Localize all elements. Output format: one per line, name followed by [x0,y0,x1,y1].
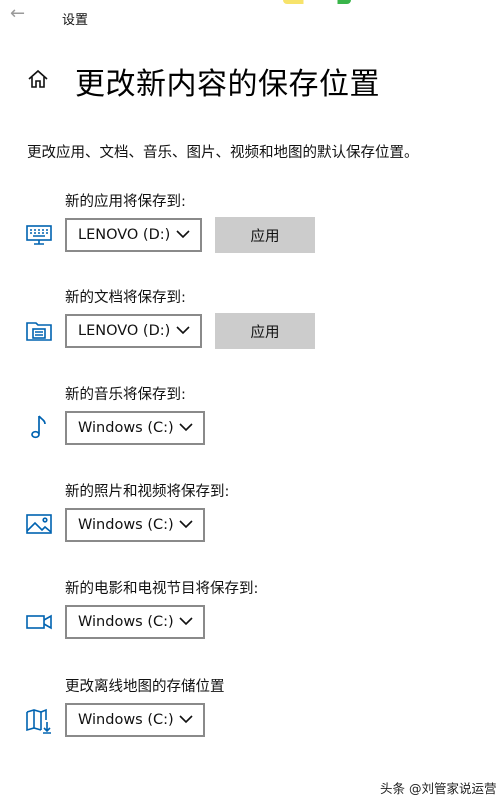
chevron-down-icon [176,326,190,335]
movies-save-label: 新的电影和电视节目将保存到: [65,581,259,597]
apps-apply-button[interactable]: 应用 [215,217,315,253]
decorative-strip [283,0,351,4]
movies-drive-value: Windows (C:) [78,614,174,630]
documents-save-label: 新的文档将保存到: [65,290,186,306]
apps-drive-dropdown[interactable]: LENOVO (D:) [65,218,202,252]
image-icon [24,509,54,539]
photos-drive-value: Windows (C:) [78,517,174,533]
documents-drive-value: LENOVO (D:) [78,323,171,339]
documents-drive-dropdown[interactable]: LENOVO (D:) [65,314,202,348]
title-bar: ← 设置 [0,0,500,36]
map-download-icon [24,705,54,735]
chevron-down-icon [179,520,193,529]
page-description: 更改应用、文档、音乐、图片、视频和地图的默认保存位置。 [27,145,419,161]
photos-drive-dropdown[interactable]: Windows (C:) [65,508,205,542]
music-save-label: 新的音乐将保存到: [65,387,186,403]
chevron-down-icon [179,715,193,724]
chevron-down-icon [179,423,193,432]
photos-save-label: 新的照片和视频将保存到: [65,484,230,500]
chevron-down-icon [179,617,193,626]
back-arrow-icon[interactable]: ← [10,4,25,24]
page-title: 更改新内容的保存位置 [75,67,380,102]
window-title: 设置 [62,13,89,28]
apps-save-label: 新的应用将保存到: [65,194,186,210]
folder-document-icon [24,315,54,345]
documents-apply-button[interactable]: 应用 [215,313,315,349]
maps-storage-label: 更改离线地图的存储位置 [65,679,225,695]
music-drive-value: Windows (C:) [78,420,174,436]
monitor-icon [24,219,54,249]
apps-drive-value: LENOVO (D:) [78,227,171,243]
watermark: 头条 @刘管家说运营 [380,781,497,796]
movies-drive-dropdown[interactable]: Windows (C:) [65,605,205,639]
maps-drive-dropdown[interactable]: Windows (C:) [65,703,205,737]
chevron-down-icon [176,230,190,239]
home-icon[interactable] [27,68,49,90]
music-note-icon [24,412,54,442]
music-drive-dropdown[interactable]: Windows (C:) [65,411,205,445]
maps-drive-value: Windows (C:) [78,712,174,728]
video-camera-icon [24,607,54,637]
